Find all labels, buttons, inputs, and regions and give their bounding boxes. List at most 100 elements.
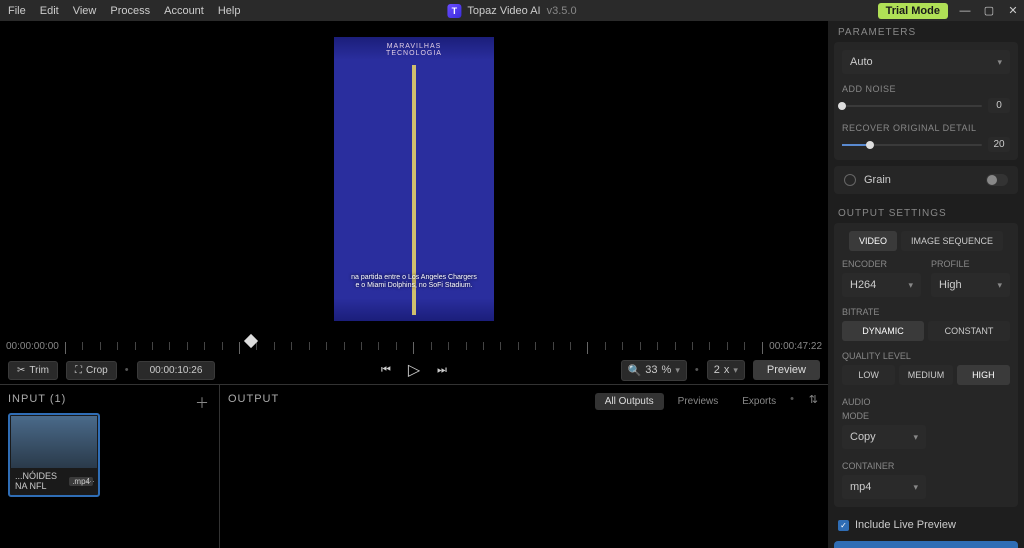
preview-button[interactable]: Preview	[753, 360, 820, 380]
include-preview-label: Include Live Preview	[855, 519, 956, 531]
bitrate-dynamic[interactable]: DYNAMIC	[842, 321, 924, 341]
chevron-down-icon: ▾	[675, 365, 680, 376]
parameters-dropdown[interactable]: Auto ▾	[842, 50, 1010, 74]
menu-process[interactable]: Process	[110, 5, 150, 17]
main-area: MARAVILHAS TECNOLOGIA na partida entre o…	[0, 21, 828, 548]
video-preview[interactable]: MARAVILHAS TECNOLOGIA na partida entre o…	[0, 21, 828, 336]
recover-detail-slider[interactable]	[842, 144, 982, 146]
container-label: CONTAINER	[842, 461, 1010, 471]
chevron-down-icon: ▾	[997, 57, 1002, 68]
menu-file[interactable]: File	[8, 5, 26, 17]
zoom-unit: %	[662, 364, 672, 376]
timecode-display[interactable]: 00:00:10:26	[137, 361, 216, 380]
chevron-down-icon: ▾	[913, 432, 918, 443]
output-tab-all[interactable]: All Outputs	[595, 393, 664, 410]
timeline-start: 00:00:00:00	[6, 341, 59, 352]
trim-label: Trim	[29, 365, 49, 376]
video-brand-line1: MARAVILHAS	[386, 43, 442, 50]
chevron-down-icon: ▾	[997, 280, 1002, 291]
thumbnail-image	[11, 416, 97, 468]
menu-bar: File Edit View Process Account Help	[4, 5, 240, 17]
thumbnail-name: ...NÓIDES NA NFL	[15, 471, 66, 491]
input-heading: INPUT (1)	[8, 393, 211, 405]
separator-dot: •	[695, 364, 699, 376]
chevron-down-icon: ▾	[913, 482, 918, 493]
output-panel: OUTPUT All Outputs Previews Exports • ⇅	[220, 385, 828, 548]
transport-controls: ✂ Trim ⛶ Crop • 00:00:10:26 ⏮ ▷ ⏭ 🔍 33 %	[0, 356, 828, 384]
app-logo-icon: T	[447, 4, 461, 18]
grain-toggle[interactable]	[986, 174, 1008, 186]
chevron-down-icon: ▾	[733, 365, 738, 376]
output-tabs: All Outputs Previews Exports •	[595, 393, 794, 410]
close-icon[interactable]: ✕	[1006, 4, 1020, 18]
crop-label: Crop	[86, 365, 108, 376]
menu-account[interactable]: Account	[164, 5, 204, 17]
settings-panel: PARAMETERS Auto ▾ ADD NOISE 0 RECOVER OR…	[828, 21, 1024, 548]
output-settings-label: OUTPUT SETTINGS	[828, 202, 1024, 223]
compare-control[interactable]: 2 x ▾	[707, 360, 745, 380]
menu-view[interactable]: View	[73, 5, 97, 17]
encoder-dropdown[interactable]: H264 ▾	[842, 273, 921, 297]
mode-label: MODE	[842, 411, 1010, 421]
compare-unit: x	[724, 364, 730, 376]
recover-detail-label: RECOVER ORIGINAL DETAIL	[842, 123, 1010, 133]
container-dropdown[interactable]: mp4 ▾	[842, 475, 926, 499]
output-tab-previews[interactable]: Previews	[668, 393, 729, 410]
audio-mode-dropdown[interactable]: Copy ▾	[842, 425, 926, 449]
trial-mode-badge[interactable]: Trial Mode	[878, 3, 948, 19]
timeline-track[interactable]	[65, 340, 763, 352]
quality-high[interactable]: HIGH	[957, 365, 1010, 385]
parameters-value: Auto	[850, 56, 873, 68]
add-noise-value[interactable]: 0	[988, 98, 1010, 113]
recover-detail-value[interactable]: 20	[988, 137, 1010, 152]
quality-medium[interactable]: MEDIUM	[899, 365, 952, 385]
step-forward-icon[interactable]: ⏭	[435, 363, 449, 377]
app-version: v3.5.0	[547, 5, 577, 17]
titlebar-right: Trial Mode — ▢ ✕	[878, 3, 1020, 19]
thumbnail-more-icon[interactable]: ⋯	[86, 476, 95, 487]
bitrate-constant[interactable]: CONSTANT	[928, 321, 1010, 341]
container-value: mp4	[850, 481, 871, 493]
video-brand-line2: TECNOLOGIA	[386, 50, 442, 57]
radio-icon	[844, 174, 856, 186]
crop-icon: ⛶	[75, 365, 82, 376]
timeline-end: 00:00:47:22	[769, 341, 822, 352]
quality-low[interactable]: LOW	[842, 365, 895, 385]
profile-dropdown[interactable]: High ▾	[931, 273, 1010, 297]
trim-button[interactable]: ✂ Trim	[8, 361, 58, 380]
add-noise-slider[interactable]	[842, 105, 982, 107]
grain-row[interactable]: Grain	[834, 166, 1018, 194]
mode-value: Copy	[850, 431, 876, 443]
current-time: 00:00:10:26	[150, 365, 203, 376]
add-input-button[interactable]: ＋	[195, 393, 209, 413]
input-thumbnail[interactable]: ...NÓIDES NA NFL .mp4 ⋯	[8, 413, 100, 497]
menu-help[interactable]: Help	[218, 5, 241, 17]
sort-icon[interactable]: ⇅	[809, 393, 818, 406]
chevron-down-icon: ▾	[908, 280, 913, 291]
compare-value: 2	[714, 364, 720, 376]
video-brand: MARAVILHAS TECNOLOGIA	[386, 43, 442, 57]
format-tab-video[interactable]: VIDEO	[849, 231, 897, 251]
timeline[interactable]: 00:00:00:00 00:00:47:22	[0, 336, 828, 356]
encoder-value: H264	[850, 279, 876, 291]
step-back-icon[interactable]: ⏮	[379, 363, 393, 377]
app-title: T Topaz Video AI v3.5.0	[447, 4, 576, 18]
output-tab-exports[interactable]: Exports	[732, 393, 786, 410]
app-name: Topaz Video AI	[467, 5, 540, 17]
format-tab-image-sequence[interactable]: IMAGE SEQUENCE	[901, 231, 1003, 251]
profile-value: High	[939, 279, 962, 291]
checkbox-checked-icon: ✓	[838, 520, 849, 531]
export-button[interactable]: Export ▾	[834, 541, 1018, 548]
crop-button[interactable]: ⛶ Crop	[66, 361, 117, 380]
zoom-control[interactable]: 🔍 33 % ▾	[621, 360, 687, 381]
bitrate-label: BITRATE	[842, 307, 1010, 317]
encoder-label: ENCODER	[842, 259, 921, 269]
play-icon[interactable]: ▷	[407, 363, 421, 377]
scissors-icon: ✂	[17, 365, 25, 376]
minimize-icon[interactable]: —	[958, 4, 972, 18]
menu-edit[interactable]: Edit	[40, 5, 59, 17]
audio-label: AUDIO	[842, 397, 1010, 407]
include-preview-row[interactable]: ✓ Include Live Preview	[828, 513, 1024, 537]
input-panel: INPUT (1) ＋ ...NÓIDES NA NFL .mp4 ⋯	[0, 385, 220, 548]
maximize-icon[interactable]: ▢	[982, 4, 996, 18]
